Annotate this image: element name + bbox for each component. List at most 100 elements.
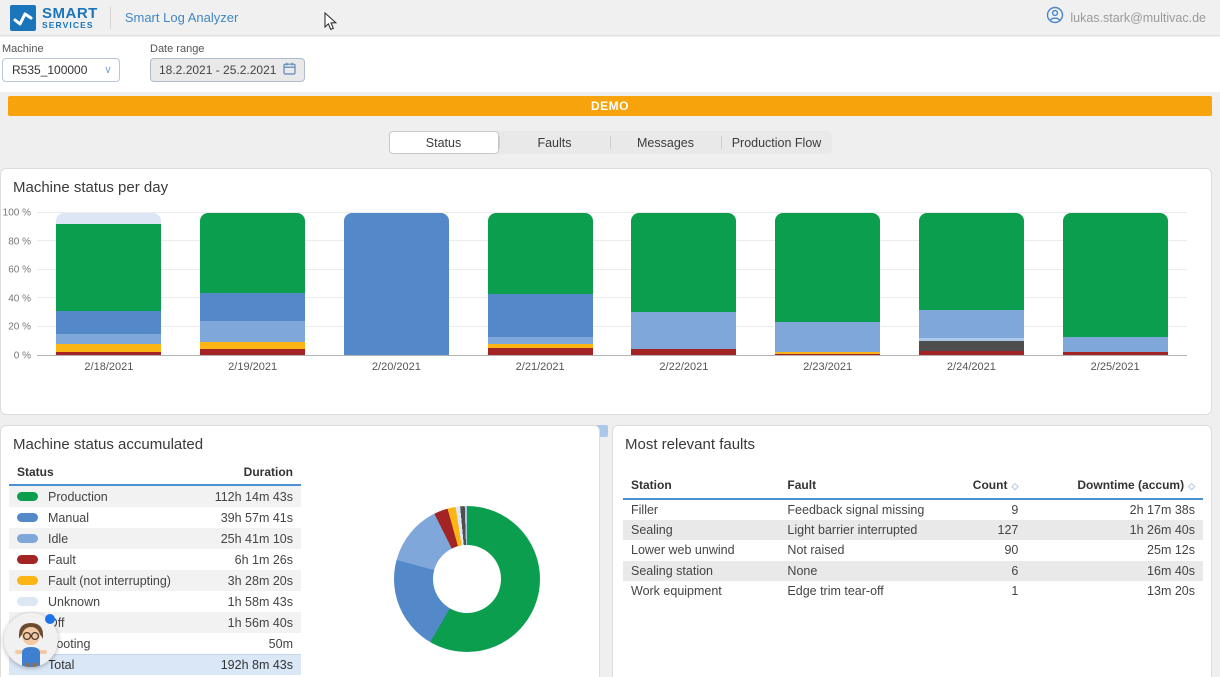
machine-select[interactable]: R535_100000 ∨ [2, 58, 120, 82]
bar-segment-manual[interactable] [344, 213, 449, 355]
header-divider [110, 7, 111, 29]
bar-segment-fault-(not-interrupting)[interactable] [56, 344, 161, 353]
bar-segment-idle[interactable] [631, 312, 736, 349]
fault-row-filler[interactable]: FillerFeedback signal missing92h 17m 38s [623, 499, 1203, 520]
tab-messages[interactable]: Messages [611, 131, 721, 154]
stacked-bar-2/19/2021[interactable] [200, 213, 305, 355]
tab-status[interactable]: Status [389, 131, 499, 154]
calendar-icon [283, 62, 296, 78]
duration-value: 39h 57m 41s [221, 511, 293, 525]
bar-segment-production[interactable] [488, 213, 593, 294]
status-donut-chart[interactable] [394, 506, 540, 652]
bar-segment-fault-(not-interrupting)[interactable] [200, 342, 305, 349]
faults-table-header: StationFaultCount◇Downtime (accum)◇ [623, 472, 1203, 499]
station-cell: Sealing [623, 520, 779, 541]
column-duration[interactable]: Duration [244, 465, 293, 479]
status-row-fault[interactable]: Fault6h 1m 26s [9, 549, 301, 570]
status-row-manual[interactable]: Manual39h 57m 41s [9, 507, 301, 528]
downtime-cell: 2h 17m 38s [1052, 499, 1203, 520]
bar-segment-idle[interactable] [919, 310, 1024, 338]
faults-column-fault: Fault [779, 472, 964, 499]
bar-segment-fault[interactable] [775, 354, 880, 355]
bar-segment-production[interactable] [200, 213, 305, 293]
status-color-chip [17, 597, 38, 606]
bar-slot [37, 213, 181, 355]
stacked-bar-2/22/2021[interactable] [631, 213, 736, 355]
fault-row-sealing[interactable]: SealingLight barrier interrupted1271h 26… [623, 520, 1203, 541]
status-row-unknown[interactable]: Unknown1h 58m 43s [9, 591, 301, 612]
tab-production-flow[interactable]: Production Flow [722, 131, 832, 154]
bar-segment-fault[interactable] [56, 352, 161, 355]
faults-column-downtime-accum-[interactable]: Downtime (accum)◇ [1052, 472, 1203, 499]
sort-icon[interactable]: ◇ [1188, 481, 1195, 491]
x-tick-label: 2/19/2021 [181, 361, 325, 373]
column-status[interactable]: Status [17, 465, 54, 479]
count-cell: 90 [965, 540, 1053, 561]
date-range-button[interactable]: 18.2.2021 - 25.2.2021 [150, 58, 305, 82]
machine-select-value: R535_100000 [12, 63, 87, 77]
y-axis: 0 %20 %40 %60 %80 %100 % [1, 213, 33, 356]
bar-segment-idle[interactable] [775, 322, 880, 352]
faults-table: StationFaultCount◇Downtime (accum)◇ Fill… [623, 472, 1203, 602]
bar-segment-idle[interactable] [200, 321, 305, 342]
status-color-chip [17, 555, 38, 564]
bar-segment-idle[interactable] [56, 334, 161, 344]
y-tick-label: 40 % [8, 293, 31, 304]
fault-row-lower-web-unwind[interactable]: Lower web unwindNot raised9025m 12s [623, 540, 1203, 561]
chatbot-assistant-button[interactable] [4, 613, 60, 669]
status-color-chip [17, 534, 38, 543]
smart-services-logo[interactable]: SMART SERVICES [0, 5, 98, 31]
stacked-bar-2/25/2021[interactable] [1063, 213, 1168, 355]
station-cell: Filler [623, 499, 779, 520]
status-name: Idle [48, 532, 68, 546]
bar-segment-off[interactable] [919, 341, 1024, 351]
stacked-bar-2/20/2021[interactable] [344, 213, 449, 355]
bar-segment-manual[interactable] [200, 293, 305, 321]
logo-chart-icon [10, 5, 36, 31]
y-tick-label: 100 % [3, 208, 31, 219]
bar-segment-production[interactable] [631, 213, 736, 312]
accumulated-table-header: Status Duration [9, 462, 301, 486]
bar-segment-production[interactable] [1063, 213, 1168, 337]
bar-segment-manual[interactable] [488, 294, 593, 337]
status-row-production[interactable]: Production112h 14m 43s [9, 486, 301, 507]
stacked-bar-2/21/2021[interactable] [488, 213, 593, 355]
status-row-fault-(not-interrupting)[interactable]: Fault (not interrupting)3h 28m 20s [9, 570, 301, 591]
tab-bar: StatusFaultsMessagesProduction Flow [0, 131, 1220, 154]
bar-segment-fault[interactable] [631, 349, 736, 355]
station-cell: Lower web unwind [623, 540, 779, 561]
bar-segment-manual[interactable] [56, 311, 161, 334]
bar-segment-fault[interactable] [1063, 352, 1168, 355]
status-cell: Idle [17, 532, 68, 546]
status-name: Production [48, 490, 108, 504]
fault-cell: Feedback signal missing [779, 499, 964, 520]
status-row-idle[interactable]: Idle25h 41m 10s [9, 528, 301, 549]
bar-segment-idle[interactable] [1063, 337, 1168, 353]
bar-segment-fault[interactable] [488, 348, 593, 355]
x-axis-labels: 2/18/20212/19/20212/20/20212/21/20212/22… [37, 361, 1187, 373]
bar-slot [756, 213, 900, 355]
x-tick-label: 2/18/2021 [37, 361, 181, 373]
status-color-chip [17, 513, 38, 522]
bar-segment-production[interactable] [56, 224, 161, 311]
bar-segment-production[interactable] [775, 213, 880, 322]
stacked-bar-2/24/2021[interactable] [919, 213, 1024, 355]
status-cell: Fault (not interrupting) [17, 574, 171, 588]
faults-column-count[interactable]: Count◇ [965, 472, 1053, 499]
bar-segment-fault[interactable] [919, 351, 1024, 355]
fault-row-work-equipment[interactable]: Work equipmentEdge trim tear-off113m 20s [623, 581, 1203, 602]
bar-segment-idle[interactable] [488, 337, 593, 344]
duration-value: 6h 1m 26s [235, 553, 293, 567]
bar-segment-unknown[interactable] [56, 213, 161, 224]
user-email[interactable]: lukas.stark@multivac.de [1070, 11, 1206, 25]
bar-segment-fault[interactable] [200, 349, 305, 355]
filter-bar: Machine R535_100000 ∨ Date range 18.2.20… [0, 37, 1220, 92]
fault-row-sealing-station[interactable]: Sealing stationNone616m 40s [623, 561, 1203, 582]
bar-segment-production[interactable] [919, 213, 1024, 310]
logo-text: SMART SERVICES [42, 6, 98, 30]
stacked-bar-2/18/2021[interactable] [56, 213, 161, 355]
stacked-bar-2/23/2021[interactable] [775, 213, 880, 355]
user-icon[interactable] [1046, 6, 1064, 29]
sort-icon[interactable]: ◇ [1011, 481, 1018, 491]
tab-faults[interactable]: Faults [500, 131, 610, 154]
